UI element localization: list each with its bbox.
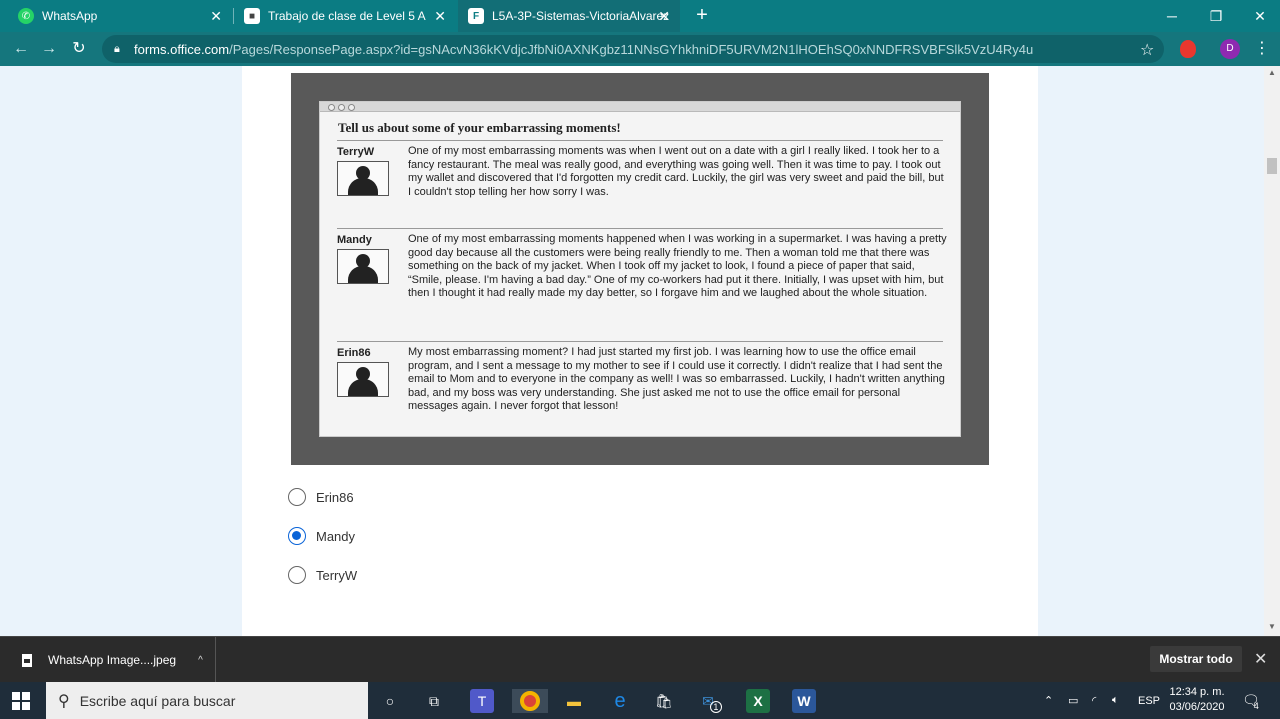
battery-icon[interactable]: ▭ — [1068, 682, 1078, 719]
restore-button[interactable]: ❐ — [1194, 0, 1238, 32]
show-all-button[interactable]: Mostrar todo — [1150, 646, 1242, 672]
classroom-icon: ■ — [244, 8, 260, 24]
close-icon[interactable]: ✕ — [210, 8, 222, 25]
toolbar: ← → ↻ 🔒︎ forms.office.com/Pages/Response… — [0, 32, 1280, 66]
teams-icon[interactable]: T — [470, 689, 494, 713]
article-heading: Tell us about some of your embarrassing … — [338, 120, 621, 135]
close-icon[interactable]: ✕ — [434, 8, 446, 25]
entry-username: Mandy — [337, 234, 372, 246]
close-window-button[interactable]: ✕ — [1238, 0, 1280, 32]
option-label: Erin86 — [316, 489, 354, 505]
chevron-up-icon[interactable]: ^ — [198, 655, 203, 666]
option-label: Mandy — [316, 528, 356, 544]
file-explorer-icon[interactable]: ▬ — [562, 689, 586, 713]
tab-label: Trabajo de clase de Level 5 A — [268, 9, 426, 23]
whatsapp-icon: ✆ — [18, 8, 34, 24]
word-icon[interactable]: W — [792, 689, 816, 713]
window-dot — [328, 104, 335, 111]
entry-username: Erin86 — [337, 347, 371, 359]
tab-whatsapp[interactable]: ✆ WhatsApp ✕ — [8, 0, 232, 32]
scroll-thumb[interactable] — [1267, 158, 1277, 174]
form-card: Tell us about some of your embarrassing … — [242, 66, 1038, 636]
entry-text: One of my most embarrassing moments happ… — [408, 233, 947, 300]
chrome-icon[interactable] — [512, 689, 548, 713]
scroll-up-icon[interactable]: ▲ — [1268, 68, 1276, 77]
edge-icon[interactable]: e — [608, 689, 632, 713]
taskbar-search[interactable]: ⚲ Escribe aquí para buscar — [46, 682, 368, 719]
back-button[interactable]: ← — [10, 38, 32, 60]
option-erin86[interactable]: Erin86 — [288, 486, 488, 508]
tab-classroom[interactable]: ■ Trabajo de clase de Level 5 A ✕ — [234, 0, 456, 32]
windows-start-icon[interactable] — [12, 692, 30, 710]
menu-icon[interactable]: ⋮ — [1254, 38, 1270, 58]
forward-button[interactable]: → — [38, 38, 60, 60]
clock-time: 12:34 p. m. — [1169, 686, 1225, 698]
close-icon[interactable]: ✕ — [658, 8, 670, 25]
window-dot — [338, 104, 345, 111]
task-view-icon[interactable]: ⧉ — [422, 689, 446, 713]
vertical-scrollbar[interactable]: ▲ ▼ — [1264, 66, 1280, 636]
avatar-icon — [337, 249, 389, 284]
close-icon[interactable]: ✕ — [1254, 649, 1267, 669]
window-dot — [348, 104, 355, 111]
volume-icon[interactable]: 🔈︎ — [1112, 682, 1119, 719]
url-host: forms.office.com — [134, 41, 230, 57]
clock-date: 03/06/2020 — [1169, 701, 1225, 713]
scroll-down-icon[interactable]: ▼ — [1268, 622, 1276, 631]
notification-count: 4 — [1253, 700, 1259, 711]
wifi-icon[interactable]: ◜ — [1092, 682, 1096, 719]
address-bar[interactable]: 🔒︎ forms.office.com/Pages/ResponsePage.a… — [102, 35, 1164, 63]
chevron-up-icon[interactable]: ⌃ — [1044, 682, 1053, 719]
radio-button[interactable] — [288, 566, 306, 584]
notification-icon[interactable]: 🗨︎ 4 — [1242, 682, 1260, 719]
cortana-icon[interactable]: ○ — [378, 689, 402, 713]
option-mandy[interactable]: Mandy — [288, 525, 488, 547]
article-page: Tell us about some of your embarrassing … — [319, 101, 961, 437]
file-icon — [22, 653, 32, 667]
entry-mandy: Mandy One of my most embarrassing moment… — [337, 228, 947, 341]
entry-erin86: Erin86 My most embarrassing moment? I ha… — [337, 341, 945, 436]
entry-text: My most embarrassing moment? I had just … — [408, 346, 945, 413]
minimize-button[interactable]: ─ — [1150, 0, 1194, 32]
profile-avatar[interactable]: D — [1220, 39, 1240, 59]
mail-icon[interactable]: ✉ 1 — [700, 689, 724, 713]
downloads-bar: WhatsApp Image....jpeg ^ Mostrar todo ✕ — [0, 636, 1280, 683]
question-image: Tell us about some of your embarrassing … — [291, 73, 989, 465]
url-path: /Pages/ResponsePage.aspx?id=gsNAcvN36kKV… — [229, 41, 1034, 57]
mail-badge: 1 — [709, 701, 722, 713]
reload-button[interactable]: ↻ — [68, 38, 90, 60]
system-clock[interactable]: 12:34 p. m. 03/06/2020 — [1162, 685, 1232, 715]
window-bar — [320, 102, 960, 112]
entry-username: TerryW — [337, 146, 375, 158]
option-label: TerryW — [316, 567, 358, 583]
excel-icon[interactable]: X — [746, 689, 770, 713]
download-filename: WhatsApp Image....jpeg — [48, 653, 177, 667]
entry-terryw: TerryW One of my most embarrassing momen… — [337, 140, 944, 228]
search-placeholder: Escribe aquí para buscar — [79, 692, 236, 709]
bookmark-star-icon[interactable]: ☆ — [1140, 40, 1154, 60]
avatar-icon — [337, 362, 389, 397]
search-icon: ⚲ — [58, 692, 70, 710]
avatar-icon — [337, 161, 389, 196]
tab-strip: ✆ WhatsApp ✕ ■ Trabajo de clase de Level… — [0, 0, 1280, 32]
extension-icon[interactable] — [1180, 40, 1196, 58]
download-item[interactable]: WhatsApp Image....jpeg ^ — [0, 637, 216, 683]
tab-label: WhatsApp — [42, 9, 98, 23]
radio-button[interactable] — [288, 527, 306, 545]
radio-button[interactable] — [288, 488, 306, 506]
new-tab-button[interactable]: + — [690, 4, 714, 27]
forms-icon: F — [468, 8, 484, 24]
taskbar: ⚲ Escribe aquí para buscar ○ ⧉ T ▬ e 🛍︎ … — [0, 682, 1280, 719]
store-icon[interactable]: 🛍︎ — [652, 689, 676, 713]
entry-text: One of my most embarrassing moments was … — [408, 145, 944, 198]
tab-label: L5A-3P-Sistemas-VictoriaAlvarez — [492, 9, 670, 23]
page-viewport: Tell us about some of your embarrassing … — [0, 66, 1264, 636]
option-terryw[interactable]: TerryW — [288, 564, 488, 586]
lock-icon: 🔒︎ — [114, 43, 120, 55]
language-indicator[interactable]: ESP — [1138, 682, 1160, 719]
tab-forms[interactable]: F L5A-3P-Sistemas-VictoriaAlvarez ✕ — [458, 0, 680, 32]
